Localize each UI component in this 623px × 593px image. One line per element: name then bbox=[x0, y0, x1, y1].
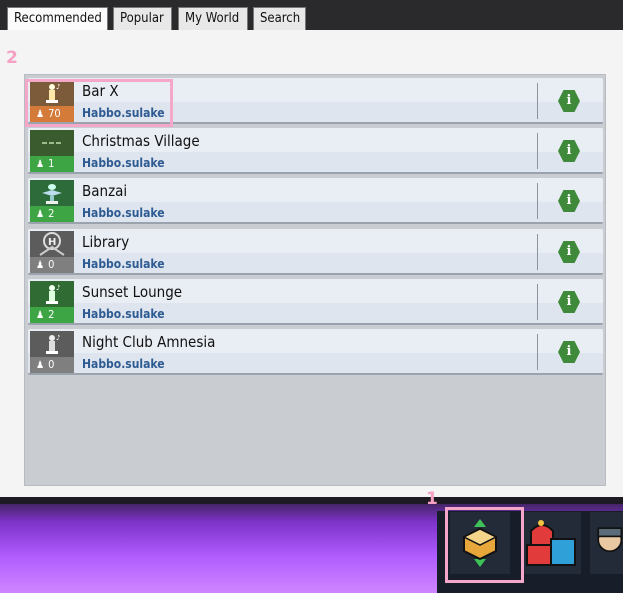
room-name: Sunset Lounge bbox=[82, 283, 183, 301]
room-list: ♪ ♟ 70 Bar X Habbo.sulake i ♟ 1 Christmas … bbox=[24, 74, 606, 486]
tab-search[interactable]: Search bbox=[253, 7, 306, 30]
person-icon: ♟ bbox=[36, 310, 45, 321]
step-marker-1: 1 bbox=[426, 489, 438, 509]
row-divider bbox=[537, 334, 538, 370]
room-owner-link[interactable]: Habbo.sulake bbox=[82, 156, 165, 170]
person-icon: ♟ bbox=[36, 159, 45, 170]
row-divider bbox=[537, 133, 538, 169]
person-icon: ♟ bbox=[36, 360, 45, 371]
row-divider bbox=[537, 83, 538, 119]
tab-my-world[interactable]: My World bbox=[178, 7, 248, 30]
user-count-badge: ♟ 1 bbox=[30, 156, 74, 172]
person-icon: ♟ bbox=[36, 260, 45, 271]
room-row-banzai[interactable]: ♟ 2 Banzai Habbo.sulake i bbox=[28, 178, 603, 224]
svg-text:♪: ♪ bbox=[56, 83, 60, 91]
dots-icon bbox=[30, 130, 74, 156]
person-icon: ♟ bbox=[36, 209, 45, 220]
room-row-bar-x[interactable]: ♪ ♟ 70 Bar X Habbo.sulake i bbox=[28, 78, 603, 124]
svg-text:♪: ♪ bbox=[56, 334, 60, 342]
navigator-button[interactable] bbox=[450, 512, 510, 574]
user-count-badge: ♟ 2 bbox=[30, 307, 74, 323]
room-name: Bar X bbox=[82, 82, 119, 100]
row-divider bbox=[537, 234, 538, 270]
statue-icon: ♪ bbox=[30, 331, 74, 357]
room-name: Night Club Amnesia bbox=[82, 333, 216, 351]
room-owner-link[interactable]: Habbo.sulake bbox=[82, 307, 165, 321]
row-divider bbox=[537, 284, 538, 320]
room-owner-link[interactable]: Habbo.sulake bbox=[82, 357, 165, 371]
tab-popular[interactable]: Popular bbox=[113, 7, 172, 30]
step-marker-2: 2 bbox=[6, 48, 18, 68]
user-count-badge: ♟ 2 bbox=[30, 206, 74, 222]
person-icon: ♟ bbox=[36, 109, 45, 120]
navigator-icon bbox=[462, 519, 498, 567]
room-row-library[interactable]: H ♟ 0 Library Habbo.sulake i bbox=[28, 229, 603, 275]
room-owner-link[interactable]: Habbo.sulake bbox=[82, 106, 165, 120]
row-divider bbox=[537, 183, 538, 219]
room-owner-link[interactable]: Habbo.sulake bbox=[82, 206, 165, 220]
navigator-tabs-bar: Recommended Popular My World Search bbox=[0, 0, 623, 31]
statue-icon: ♪ bbox=[30, 281, 74, 307]
room-name: Christmas Village bbox=[82, 132, 200, 150]
room-owner-link[interactable]: Habbo.sulake bbox=[82, 257, 165, 271]
shop-button[interactable] bbox=[521, 512, 581, 574]
tab-recommended[interactable]: Recommended bbox=[7, 7, 108, 31]
user-count-badge: ♟ 70 bbox=[30, 106, 74, 122]
room-name: Banzai bbox=[82, 182, 128, 200]
shop-icon bbox=[526, 520, 576, 566]
svg-text:♪: ♪ bbox=[56, 284, 60, 292]
frog-icon bbox=[30, 180, 74, 206]
statue-icon: ♪ bbox=[30, 80, 74, 106]
room-row-night-club-amnesia[interactable]: ♪ ♟ 0 Night Club Amnesia Habbo.sulake i bbox=[28, 329, 603, 375]
user-count-badge: ♟ 0 bbox=[30, 257, 74, 273]
crest-icon: H bbox=[30, 231, 74, 257]
room-row-christmas-village[interactable]: ♟ 1 Christmas Village Habbo.sulake i bbox=[28, 128, 603, 174]
room-name: Library bbox=[82, 233, 130, 251]
avatar-button[interactable] bbox=[590, 512, 623, 574]
avatar-icon bbox=[597, 527, 623, 553]
room-row-sunset-lounge[interactable]: ♪ ♟ 2 Sunset Lounge Habbo.sulake i bbox=[28, 279, 603, 325]
user-count-badge: ♟ 0 bbox=[30, 357, 74, 373]
